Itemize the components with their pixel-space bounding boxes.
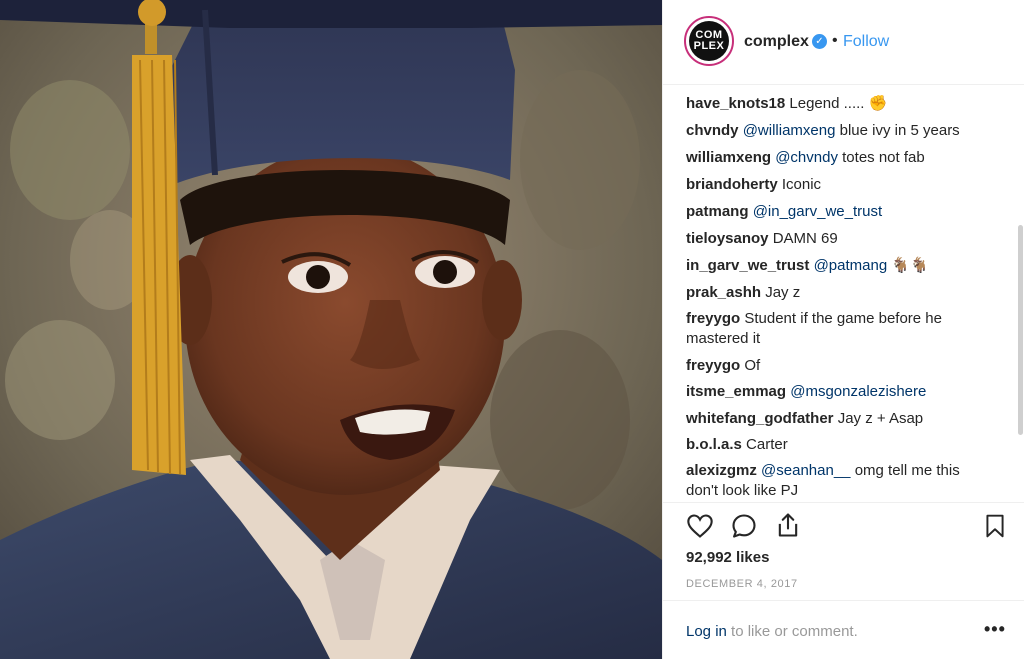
login-prompt: Log in to like or comment.	[686, 623, 858, 640]
comment-mention[interactable]: @msgonzalezishere	[790, 383, 926, 400]
comment-item: patmang @in_garv_we_trust	[686, 202, 991, 222]
comment-mention[interactable]: @williamxeng	[743, 122, 836, 139]
comment-username[interactable]: alexizgmz	[686, 462, 757, 479]
comment-username[interactable]: patmang	[686, 203, 749, 220]
comment-item: freyygo Student if the game before he ma…	[686, 309, 991, 349]
login-prompt-text: to like or comment.	[731, 623, 858, 640]
comments-list[interactable]: have_knots18 Legend ..... ✊ chvndy @will…	[662, 84, 1024, 502]
login-link[interactable]: Log in	[686, 623, 727, 640]
avatar-logo: COM PLEX	[689, 21, 729, 61]
bookmark-icon[interactable]	[982, 512, 1008, 540]
account-username[interactable]: complex	[744, 33, 809, 51]
comment-mention[interactable]: @patmang	[814, 257, 888, 274]
action-bar	[662, 502, 1024, 503]
comment-text: Carter	[746, 436, 788, 453]
avatar[interactable]: COM PLEX	[684, 16, 734, 66]
comment-username[interactable]: itsme_emmag	[686, 383, 786, 400]
post-header: COM PLEX complex ✓ • Follow	[662, 0, 1024, 85]
post-sidebar: COM PLEX complex ✓ • Follow have_knots18…	[662, 0, 1024, 659]
comment-text: Of	[744, 357, 761, 374]
follow-button[interactable]: Follow	[843, 33, 889, 51]
goat-emoji-icon: 🐐🐐	[891, 257, 929, 274]
comment-item: williamxeng @chvndy totes not fab	[686, 148, 991, 168]
comment-mention[interactable]: @in_garv_we_trust	[753, 203, 882, 220]
comment-text: Iconic	[781, 176, 822, 193]
comment-item: prak_ashh Jay z	[686, 283, 991, 303]
login-bar: Log in to like or comment. •••	[662, 600, 1024, 660]
comment-item: whitefang_godfather Jay z + Asap	[686, 409, 991, 429]
comment-username[interactable]: whitefang_godfather	[686, 410, 834, 427]
comment-item: briandoherty Iconic	[686, 175, 991, 195]
comments-scrollbar[interactable]	[1018, 225, 1023, 435]
avatar-logo-line2: PLEX	[693, 40, 725, 52]
comment-item: tieloysanoy DAMN 69	[686, 229, 991, 249]
post-photo[interactable]	[0, 0, 662, 659]
comment-mention[interactable]: @chvndy	[775, 149, 838, 166]
heart-icon[interactable]	[686, 512, 714, 540]
share-icon[interactable]	[774, 511, 802, 539]
fist-emoji-icon: ✊	[868, 95, 888, 112]
comment-item: chvndy @williamxeng blue ivy in 5 years	[686, 121, 991, 141]
comment-text: totes not fab	[842, 149, 925, 166]
comment-username[interactable]: in_garv_we_trust	[686, 257, 809, 274]
comment-username[interactable]: briandoherty	[686, 176, 778, 193]
likes-count[interactable]: 92,992 likes	[686, 549, 769, 566]
comment-item: alexizgmz @seanhan__ omg tell me this do…	[686, 461, 991, 501]
comment-item: freyygo Of	[686, 356, 991, 376]
comment-item: have_knots18 Legend ..... ✊	[686, 94, 991, 114]
comment-username[interactable]: tieloysanoy	[686, 230, 769, 247]
comment-item: itsme_emmag @msgonzalezishere	[686, 382, 991, 402]
comment-username[interactable]: prak_ashh	[686, 284, 761, 301]
post-date[interactable]: DECEMBER 4, 2017	[686, 578, 798, 590]
comment-username[interactable]: b.o.l.a.s	[686, 436, 742, 453]
more-options-button[interactable]: •••	[984, 619, 1006, 640]
separator-dot: •	[832, 32, 838, 49]
comment-text: blue ivy in 5 years	[839, 122, 960, 139]
comment-text: Jay z	[765, 284, 801, 301]
comment-text: DAMN 69	[772, 230, 838, 247]
graduation-portrait-image	[0, 0, 662, 659]
verified-check-icon: ✓	[812, 34, 827, 49]
comment-username[interactable]: freyygo	[686, 357, 740, 374]
comment-username[interactable]: have_knots18	[686, 95, 785, 112]
comment-username[interactable]: freyygo	[686, 310, 740, 327]
comment-text: Jay z + Asap	[837, 410, 924, 427]
comment-username[interactable]: williamxeng	[686, 149, 771, 166]
comment-item: b.o.l.a.s Carter	[686, 435, 991, 455]
comment-username[interactable]: chvndy	[686, 122, 739, 139]
comment-text: Legend .....	[789, 95, 865, 112]
comment-mention[interactable]: @seanhan__	[761, 462, 850, 479]
comment-icon[interactable]	[730, 512, 758, 540]
comment-item: in_garv_we_trust @patmang 🐐🐐	[686, 256, 991, 276]
